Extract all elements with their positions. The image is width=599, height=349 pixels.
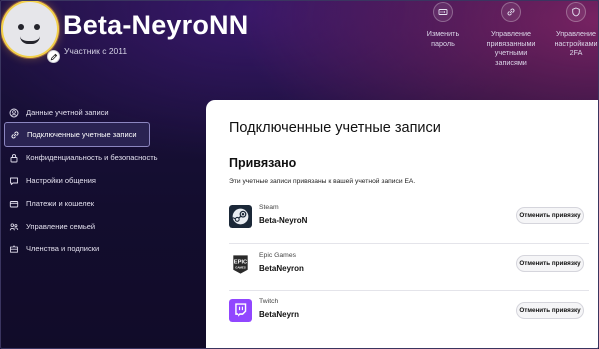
linked-section-description: Эти учетные записи привязаны к вашей уче… bbox=[229, 178, 416, 185]
epic-games-logo: EPIC GAMES bbox=[229, 253, 252, 276]
unlink-epic-games-button[interactable]: Отменить привязку bbox=[516, 255, 584, 272]
platform-name: Twitch bbox=[259, 298, 279, 305]
sidebar-item-label: Данные учетной записи bbox=[26, 108, 109, 117]
platform-name: Steam bbox=[259, 204, 279, 211]
wallet-icon bbox=[9, 199, 19, 209]
linked-account-row-twitch: Twitch BetaNeyrn Отменить привязку bbox=[229, 295, 589, 341]
change-password-button[interactable]: Изменить пароль bbox=[413, 2, 473, 48]
member-since-label: Участник с 2011 bbox=[64, 46, 128, 56]
sidebar-item-label: Подключенные учетные записи bbox=[27, 130, 137, 139]
change-password-label: Изменить пароль bbox=[426, 29, 460, 48]
sidebar-item-label: Членства и подписки bbox=[26, 244, 100, 253]
avatar-mouth bbox=[20, 36, 40, 44]
twitch-logo bbox=[229, 299, 252, 322]
avatar[interactable] bbox=[3, 2, 57, 56]
linked-account-row-steam: Steam Beta-NeyroN Отменить привязку bbox=[229, 201, 589, 247]
link-icon bbox=[10, 130, 20, 140]
edit-avatar-button[interactable] bbox=[47, 50, 60, 63]
sidebar-item-label: Платежи и кошелек bbox=[26, 199, 95, 208]
manage-2fa-button[interactable]: Управление настройками 2FA bbox=[546, 2, 599, 58]
page-title: Подключенные учетные записи bbox=[229, 120, 441, 136]
lock-icon bbox=[9, 153, 19, 163]
platform-name: Epic Games bbox=[259, 252, 297, 259]
linked-account-row-epic-games: EPIC GAMES Epic Games BetaNeyron Отменит… bbox=[229, 249, 589, 295]
pencil-icon bbox=[50, 53, 57, 60]
user-icon bbox=[9, 108, 19, 118]
linked-account-name: BetaNeyrn bbox=[259, 310, 300, 319]
sidebar-item-memberships-subscriptions[interactable]: Членства и подписки bbox=[4, 236, 150, 261]
manage-2fa-label: Управление настройками 2FA bbox=[554, 29, 598, 57]
sidebar-item-payments-wallet[interactable]: Платежи и кошелек bbox=[4, 191, 150, 216]
row-divider bbox=[229, 290, 589, 291]
unlink-twitch-button[interactable]: Отменить привязку bbox=[516, 302, 584, 319]
steam-logo bbox=[229, 205, 252, 228]
connected-accounts-panel: Подключенные учетные записи Привязано Эт… bbox=[206, 100, 598, 349]
family-icon bbox=[9, 222, 19, 232]
link-icon bbox=[501, 2, 521, 22]
profile-username: Beta-NeyroNN bbox=[63, 10, 249, 40]
sidebar-item-label: Настройки общения bbox=[26, 176, 96, 185]
avatar-container bbox=[3, 2, 60, 63]
unlink-steam-button[interactable]: Отменить привязку bbox=[516, 207, 584, 224]
sidebar-item-label: Управление семьей bbox=[26, 222, 96, 231]
chat-icon bbox=[9, 176, 19, 186]
sidebar-item-communication-settings[interactable]: Настройки общения bbox=[4, 168, 150, 193]
password-field-icon bbox=[433, 2, 453, 22]
sidebar-item-connected-accounts[interactable]: Подключенные учетные записи bbox=[4, 122, 150, 147]
sidebar-item-privacy-security[interactable]: Конфиденциальность и безопасность bbox=[4, 145, 158, 170]
manage-linked-accounts-button[interactable]: Управление привязанными учетными записям… bbox=[481, 2, 541, 67]
row-divider bbox=[229, 243, 589, 244]
avatar-left-eye bbox=[18, 24, 24, 30]
linked-section-title: Привязано bbox=[229, 156, 297, 170]
membership-icon bbox=[9, 244, 19, 254]
linked-account-name: BetaNeyron bbox=[259, 264, 304, 273]
svg-text:GAMES: GAMES bbox=[235, 265, 246, 269]
avatar-right-eye bbox=[34, 24, 40, 30]
manage-linked-accounts-label: Управление привязанными учетными записям… bbox=[486, 29, 536, 67]
shield-icon bbox=[566, 2, 586, 22]
sidebar-item-label: Конфиденциальность и безопасность bbox=[26, 153, 158, 162]
linked-account-name: Beta-NeyroN bbox=[259, 216, 308, 225]
